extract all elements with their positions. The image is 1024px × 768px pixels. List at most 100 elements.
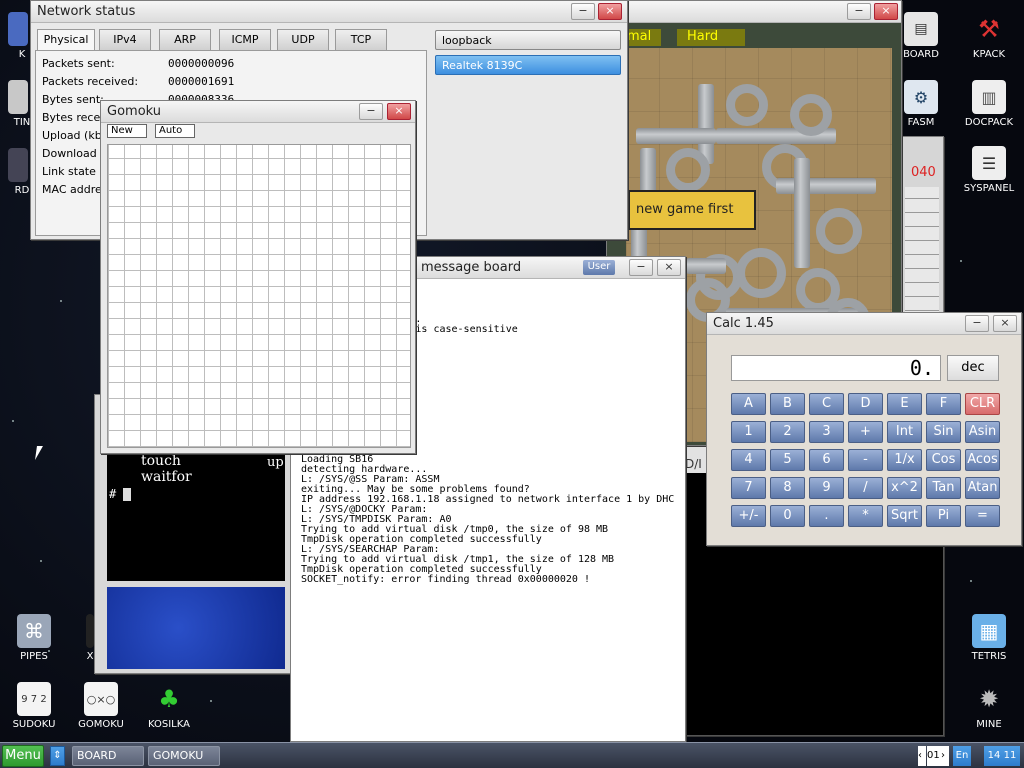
interface-loopback[interactable]: loopback <box>435 30 621 50</box>
calc-key[interactable]: Sqrt <box>887 505 922 527</box>
tab-physical[interactable]: Physical <box>37 29 95 51</box>
calc-key[interactable]: = <box>965 505 1000 527</box>
desktop-icon-kpack[interactable]: ⚒ KPACK <box>957 12 1021 60</box>
page-right-icon[interactable]: › <box>941 746 949 766</box>
gomoku-board[interactable] <box>107 144 411 448</box>
pipes-titlebar[interactable]: − × <box>607 1 901 23</box>
difficulty-hard-button[interactable]: Hard <box>677 29 745 46</box>
calc-key[interactable]: 5 <box>770 449 805 471</box>
pipes-icon: ⌘ <box>17 614 51 648</box>
mine-icon: ✹ <box>978 685 1000 713</box>
user-button[interactable]: User <box>583 260 615 275</box>
window-title: Gomoku <box>107 104 162 119</box>
minimize-button[interactable]: − <box>847 3 871 20</box>
calc-key[interactable]: . <box>809 505 844 527</box>
calculator-titlebar[interactable]: Calc 1.45 − × <box>707 313 1021 335</box>
desktop-icon-docpack[interactable]: ▥ DOCPACK <box>957 80 1021 128</box>
calc-key[interactable]: Tan <box>926 477 961 499</box>
mode-button[interactable]: dec <box>947 355 999 381</box>
auto-button[interactable]: Auto <box>155 124 195 138</box>
terminal-prompt: # <box>109 487 132 501</box>
minimize-button[interactable]: − <box>629 259 653 276</box>
tab-ipv4[interactable]: IPv4 <box>99 29 151 50</box>
switcher-icon[interactable]: ⇕ <box>50 746 65 766</box>
calc-key[interactable]: 8 <box>770 477 805 499</box>
terminal-fragment: up <box>267 455 284 470</box>
close-button[interactable]: × <box>874 3 898 20</box>
terminal-line: waitfor <box>141 469 192 485</box>
calc-key[interactable]: * <box>848 505 883 527</box>
desktop-icon-mine[interactable]: ✹ MINE <box>957 682 1021 730</box>
calc-key[interactable]: B <box>770 393 805 415</box>
calc-key[interactable]: E <box>887 393 922 415</box>
interface-realtek[interactable]: Realtek 8139C <box>435 55 621 75</box>
calc-key[interactable]: 7 <box>731 477 766 499</box>
calc-key[interactable]: +/- <box>731 505 766 527</box>
dark-window-fragment: D/I <box>685 457 702 471</box>
tab-arp[interactable]: ARP <box>159 29 211 50</box>
close-button[interactable]: × <box>598 3 622 20</box>
desktop-icon-tetris[interactable]: ▦ TETRIS <box>957 614 1021 662</box>
stat-label: Packets received: <box>42 75 139 88</box>
taskbar-item-gomoku[interactable]: GOMOKU <box>148 746 220 766</box>
language-indicator[interactable]: En <box>953 746 971 766</box>
calc-key[interactable]: Pi <box>926 505 961 527</box>
tab-icmp[interactable]: ICMP <box>219 29 271 50</box>
page-left-icon[interactable]: ‹ <box>918 746 926 766</box>
new-game-button[interactable]: New <box>107 124 147 138</box>
desktop-icon-gomoku[interactable]: ○×○ GOMOKU <box>69 682 133 730</box>
minimize-button[interactable]: − <box>571 3 595 20</box>
desktop-icon-sudoku[interactable]: 9 7 2 SUDOKU <box>2 682 66 730</box>
calc-key[interactable]: Asin <box>965 421 1000 443</box>
terminal-screen[interactable]: touch waitfor <box>107 451 285 581</box>
pipe-segment <box>686 258 726 274</box>
calc-key[interactable]: Acos <box>965 449 1000 471</box>
calc-key[interactable]: x^2 <box>887 477 922 499</box>
calc-key[interactable]: + <box>848 421 883 443</box>
calc-key[interactable]: 9 <box>809 477 844 499</box>
calc-key[interactable]: Sin <box>926 421 961 443</box>
calc-key[interactable]: D <box>848 393 883 415</box>
calc-key[interactable]: C <box>809 393 844 415</box>
desktop-icon-pipes[interactable]: ⌘ PIPES <box>2 614 66 662</box>
calc-key[interactable]: CLR <box>965 393 1000 415</box>
desktop-icon-kosilka[interactable]: ♣ KOSILKA <box>137 682 201 730</box>
calc-key[interactable]: / <box>848 477 883 499</box>
kpack-icon: ⚒ <box>978 15 1000 43</box>
calc-key[interactable]: 2 <box>770 421 805 443</box>
desktop-icon-syspanel[interactable]: ☰ SYSPANEL <box>957 146 1021 194</box>
calc-key[interactable]: A <box>731 393 766 415</box>
calc-key[interactable]: 3 <box>809 421 844 443</box>
taskbar-item-board[interactable]: BOARD <box>72 746 144 766</box>
stat-label: Bytes sent: <box>42 93 104 106</box>
stat-label: Upload (kb <box>42 129 102 142</box>
calc-key[interactable]: - <box>848 449 883 471</box>
tab-tcp[interactable]: TCP <box>335 29 387 50</box>
calc-key[interactable]: F <box>926 393 961 415</box>
water-area <box>107 587 285 669</box>
menu-button[interactable]: Menu <box>2 745 44 767</box>
calc-key[interactable]: Cos <box>926 449 961 471</box>
tab-udp[interactable]: UDP <box>277 29 329 50</box>
difficulty-normal-button[interactable]: mal <box>627 29 661 46</box>
kosilka-icon: ♣ <box>158 685 180 713</box>
calc-key[interactable]: Atan <box>965 477 1000 499</box>
calc-key[interactable]: 6 <box>809 449 844 471</box>
fasm-icon: ⚙ <box>904 80 938 114</box>
mouse-cursor-icon <box>35 446 43 460</box>
close-button[interactable]: × <box>993 315 1017 332</box>
calc-key[interactable]: 1 <box>731 421 766 443</box>
calc-key[interactable]: 4 <box>731 449 766 471</box>
stat-label: Bytes rece <box>42 111 101 124</box>
calc-key[interactable]: 0 <box>770 505 805 527</box>
pipe-segment <box>794 158 810 268</box>
minimize-button[interactable]: − <box>965 315 989 332</box>
network-titlebar[interactable]: Network status − × <box>31 1 627 23</box>
minimize-button[interactable]: − <box>359 103 383 120</box>
close-button[interactable]: × <box>657 259 681 276</box>
calc-key[interactable]: Int <box>887 421 922 443</box>
app-icon <box>86 614 94 648</box>
gomoku-titlebar[interactable]: Gomoku − × <box>101 101 415 123</box>
calc-key[interactable]: 1/x <box>887 449 922 471</box>
close-button[interactable]: × <box>387 103 411 120</box>
